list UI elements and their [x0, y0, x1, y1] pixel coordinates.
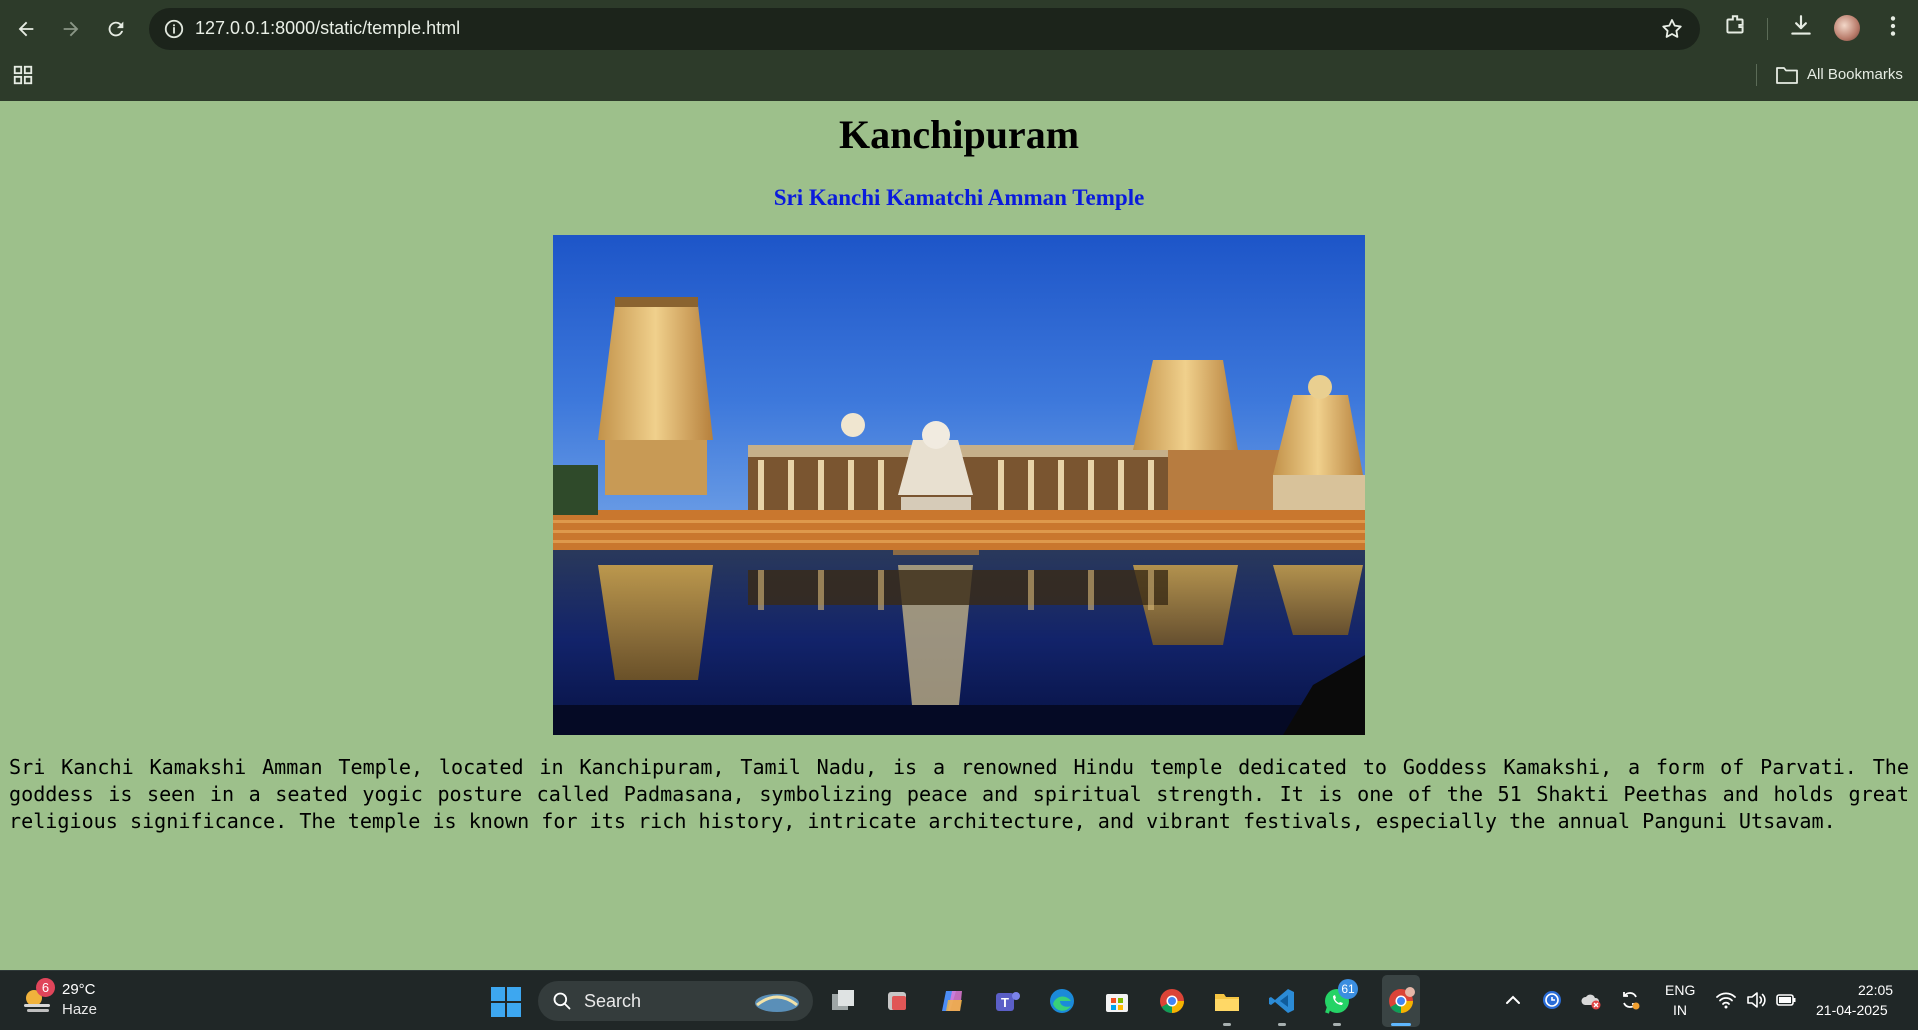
taskbar-vscode[interactable]	[1265, 984, 1299, 1018]
clock-date[interactable]: 21-04-2025	[1816, 1002, 1888, 1018]
taskbar-teams[interactable]: T	[990, 984, 1024, 1018]
search-icon	[553, 992, 571, 1010]
chrome-icon	[1160, 989, 1184, 1013]
avatar[interactable]	[1834, 15, 1860, 41]
app-stack-icon	[888, 992, 906, 1010]
taskbar-app-1[interactable]	[880, 984, 914, 1018]
download-icon[interactable]	[1788, 13, 1814, 39]
browser-toolbar: 127.0.0.1:8000/static/temple.html All Bo…	[0, 0, 1918, 101]
back-arrow-icon	[18, 21, 34, 37]
extensions-icon[interactable]	[1722, 13, 1748, 39]
more-menu-icon[interactable]	[1880, 13, 1906, 39]
region-indicator[interactable]: IN	[1673, 1002, 1687, 1018]
task-view-button[interactable]	[826, 984, 860, 1018]
active-app-indicator	[1391, 1023, 1411, 1026]
back-button[interactable]	[9, 12, 43, 46]
weather-badge: 6	[36, 978, 55, 997]
taskbar-file-explorer[interactable]	[1210, 984, 1244, 1018]
task-view-icon	[832, 990, 854, 1010]
volume-icon[interactable]	[1745, 989, 1767, 1011]
battery-icon[interactable]	[1775, 989, 1797, 1011]
vscode-icon	[1269, 989, 1294, 1013]
svg-text:T: T	[1001, 995, 1009, 1010]
address-bar[interactable]: 127.0.0.1:8000/static/temple.html	[149, 8, 1700, 50]
copilot-icon	[942, 991, 962, 1011]
app-running-indicator	[1278, 1023, 1286, 1026]
page-subtitle: Sri Kanchi Kamatchi Amman Temple	[773, 185, 1145, 210]
clock-app-icon[interactable]	[1541, 989, 1563, 1011]
sync-icon[interactable]	[1619, 989, 1641, 1011]
store-icon	[1106, 994, 1128, 1012]
page-title: Kanchipuram	[838, 112, 1080, 157]
chrome-profile-icon	[1389, 987, 1415, 1013]
temple-image	[553, 235, 1365, 735]
folder-icon	[1215, 994, 1239, 1011]
taskbar-chrome[interactable]	[1155, 984, 1189, 1018]
site-info-icon[interactable]	[163, 18, 185, 40]
forward-button[interactable]	[54, 12, 88, 46]
apps-grid-icon[interactable]	[12, 64, 34, 86]
temple-photo	[553, 235, 1365, 735]
taskbar-copilot[interactable]	[936, 984, 970, 1018]
star-icon[interactable]	[1660, 17, 1684, 41]
reload-icon	[108, 21, 124, 37]
bookmarks-divider	[1756, 64, 1757, 86]
edge-icon	[1050, 989, 1074, 1013]
weather-temp[interactable]: 29°C	[62, 981, 96, 998]
app-running-indicator	[1223, 1023, 1231, 1026]
taskbar-edge[interactable]	[1045, 984, 1079, 1018]
forward-arrow-icon	[63, 21, 79, 37]
teams-icon: T	[996, 992, 1020, 1011]
url-text[interactable]: 127.0.0.1:8000/static/temple.html	[195, 18, 460, 39]
search-label: Search	[584, 991, 642, 1011]
whatsapp-badge: 61	[1338, 979, 1358, 999]
folder-icon[interactable]	[1775, 64, 1799, 86]
taskbar-chrome-profile[interactable]	[1384, 984, 1418, 1018]
weather-condition[interactable]: Haze	[62, 1001, 97, 1018]
toolbar-divider	[1767, 18, 1768, 40]
onedrive-error-icon[interactable]	[1580, 989, 1602, 1011]
all-bookmarks-link[interactable]: All Bookmarks	[1807, 66, 1903, 83]
reload-button[interactable]	[99, 12, 133, 46]
temple-description: Sri Kanchi Kamakshi Amman Temple, locate…	[9, 755, 1909, 833]
taskbar-search[interactable]: Search	[538, 981, 813, 1021]
language-indicator[interactable]: ENG	[1665, 982, 1695, 998]
windows-start-icon[interactable]	[491, 987, 521, 1017]
search-highlight-icon	[755, 994, 799, 1012]
app-running-indicator	[1333, 1023, 1341, 1026]
chevron-up-icon[interactable]	[1502, 989, 1524, 1011]
windows-taskbar: 6 29°C Haze Search T 61 ENG IN 22:05 21-…	[0, 970, 1918, 1030]
wifi-icon[interactable]	[1715, 989, 1737, 1011]
page-body: Kanchipuram Sri Kanchi Kamatchi Amman Te…	[0, 101, 1918, 970]
clock-time[interactable]: 22:05	[1858, 982, 1893, 998]
taskbar-store[interactable]	[1100, 984, 1134, 1018]
